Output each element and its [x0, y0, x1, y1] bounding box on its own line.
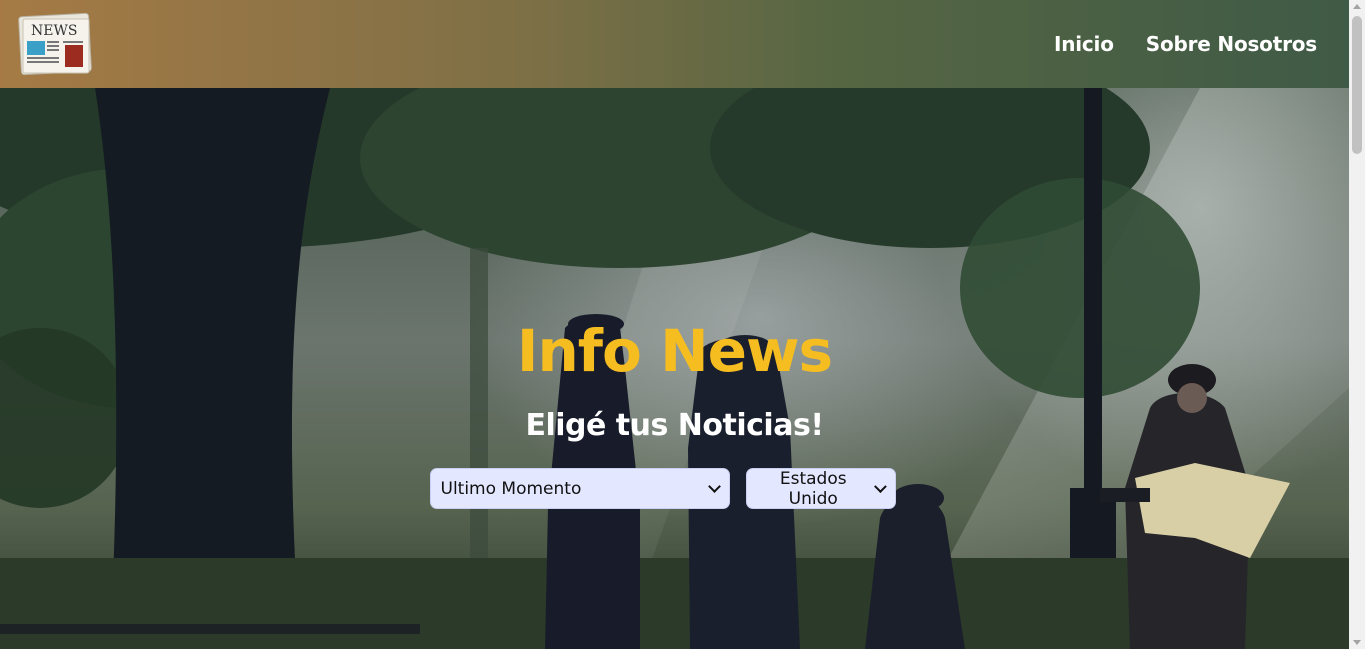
hero-section: Info News Eligé tus Noticias! Ultimo Mom…	[0, 88, 1349, 649]
nav-link-inicio[interactable]: Inicio	[1054, 32, 1114, 56]
hero-content: Info News Eligé tus Noticias! Ultimo Mom…	[0, 316, 1349, 509]
country-select-value: Estados Unido	[779, 468, 847, 509]
category-select-value: Ultimo Momento	[440, 478, 582, 499]
country-select[interactable]: Estados Unido	[745, 468, 896, 509]
nav-links: Inicio Sobre Nosotros	[1054, 32, 1317, 56]
news-logo-icon[interactable]: NEWS	[17, 11, 93, 77]
hero-subtitle: Eligé tus Noticias!	[525, 408, 824, 443]
chevron-down-icon	[874, 479, 887, 493]
chevron-down-icon	[707, 479, 721, 493]
scroll-down-arrow-icon[interactable]	[1353, 640, 1361, 645]
category-select[interactable]: Ultimo Momento	[429, 468, 730, 509]
logo-text: NEWS	[31, 23, 77, 39]
navbar: NEWS Inicio Sobre Nosotros	[0, 0, 1349, 88]
scroll-up-arrow-icon[interactable]	[1353, 4, 1361, 9]
hero-title: Info News	[516, 317, 833, 385]
page-scrollbar[interactable]	[1349, 0, 1365, 649]
scrollbar-thumb[interactable]	[1352, 16, 1362, 154]
nav-link-sobre-nosotros[interactable]: Sobre Nosotros	[1146, 32, 1317, 56]
filters: Ultimo Momento Estados Unido	[0, 468, 1349, 509]
